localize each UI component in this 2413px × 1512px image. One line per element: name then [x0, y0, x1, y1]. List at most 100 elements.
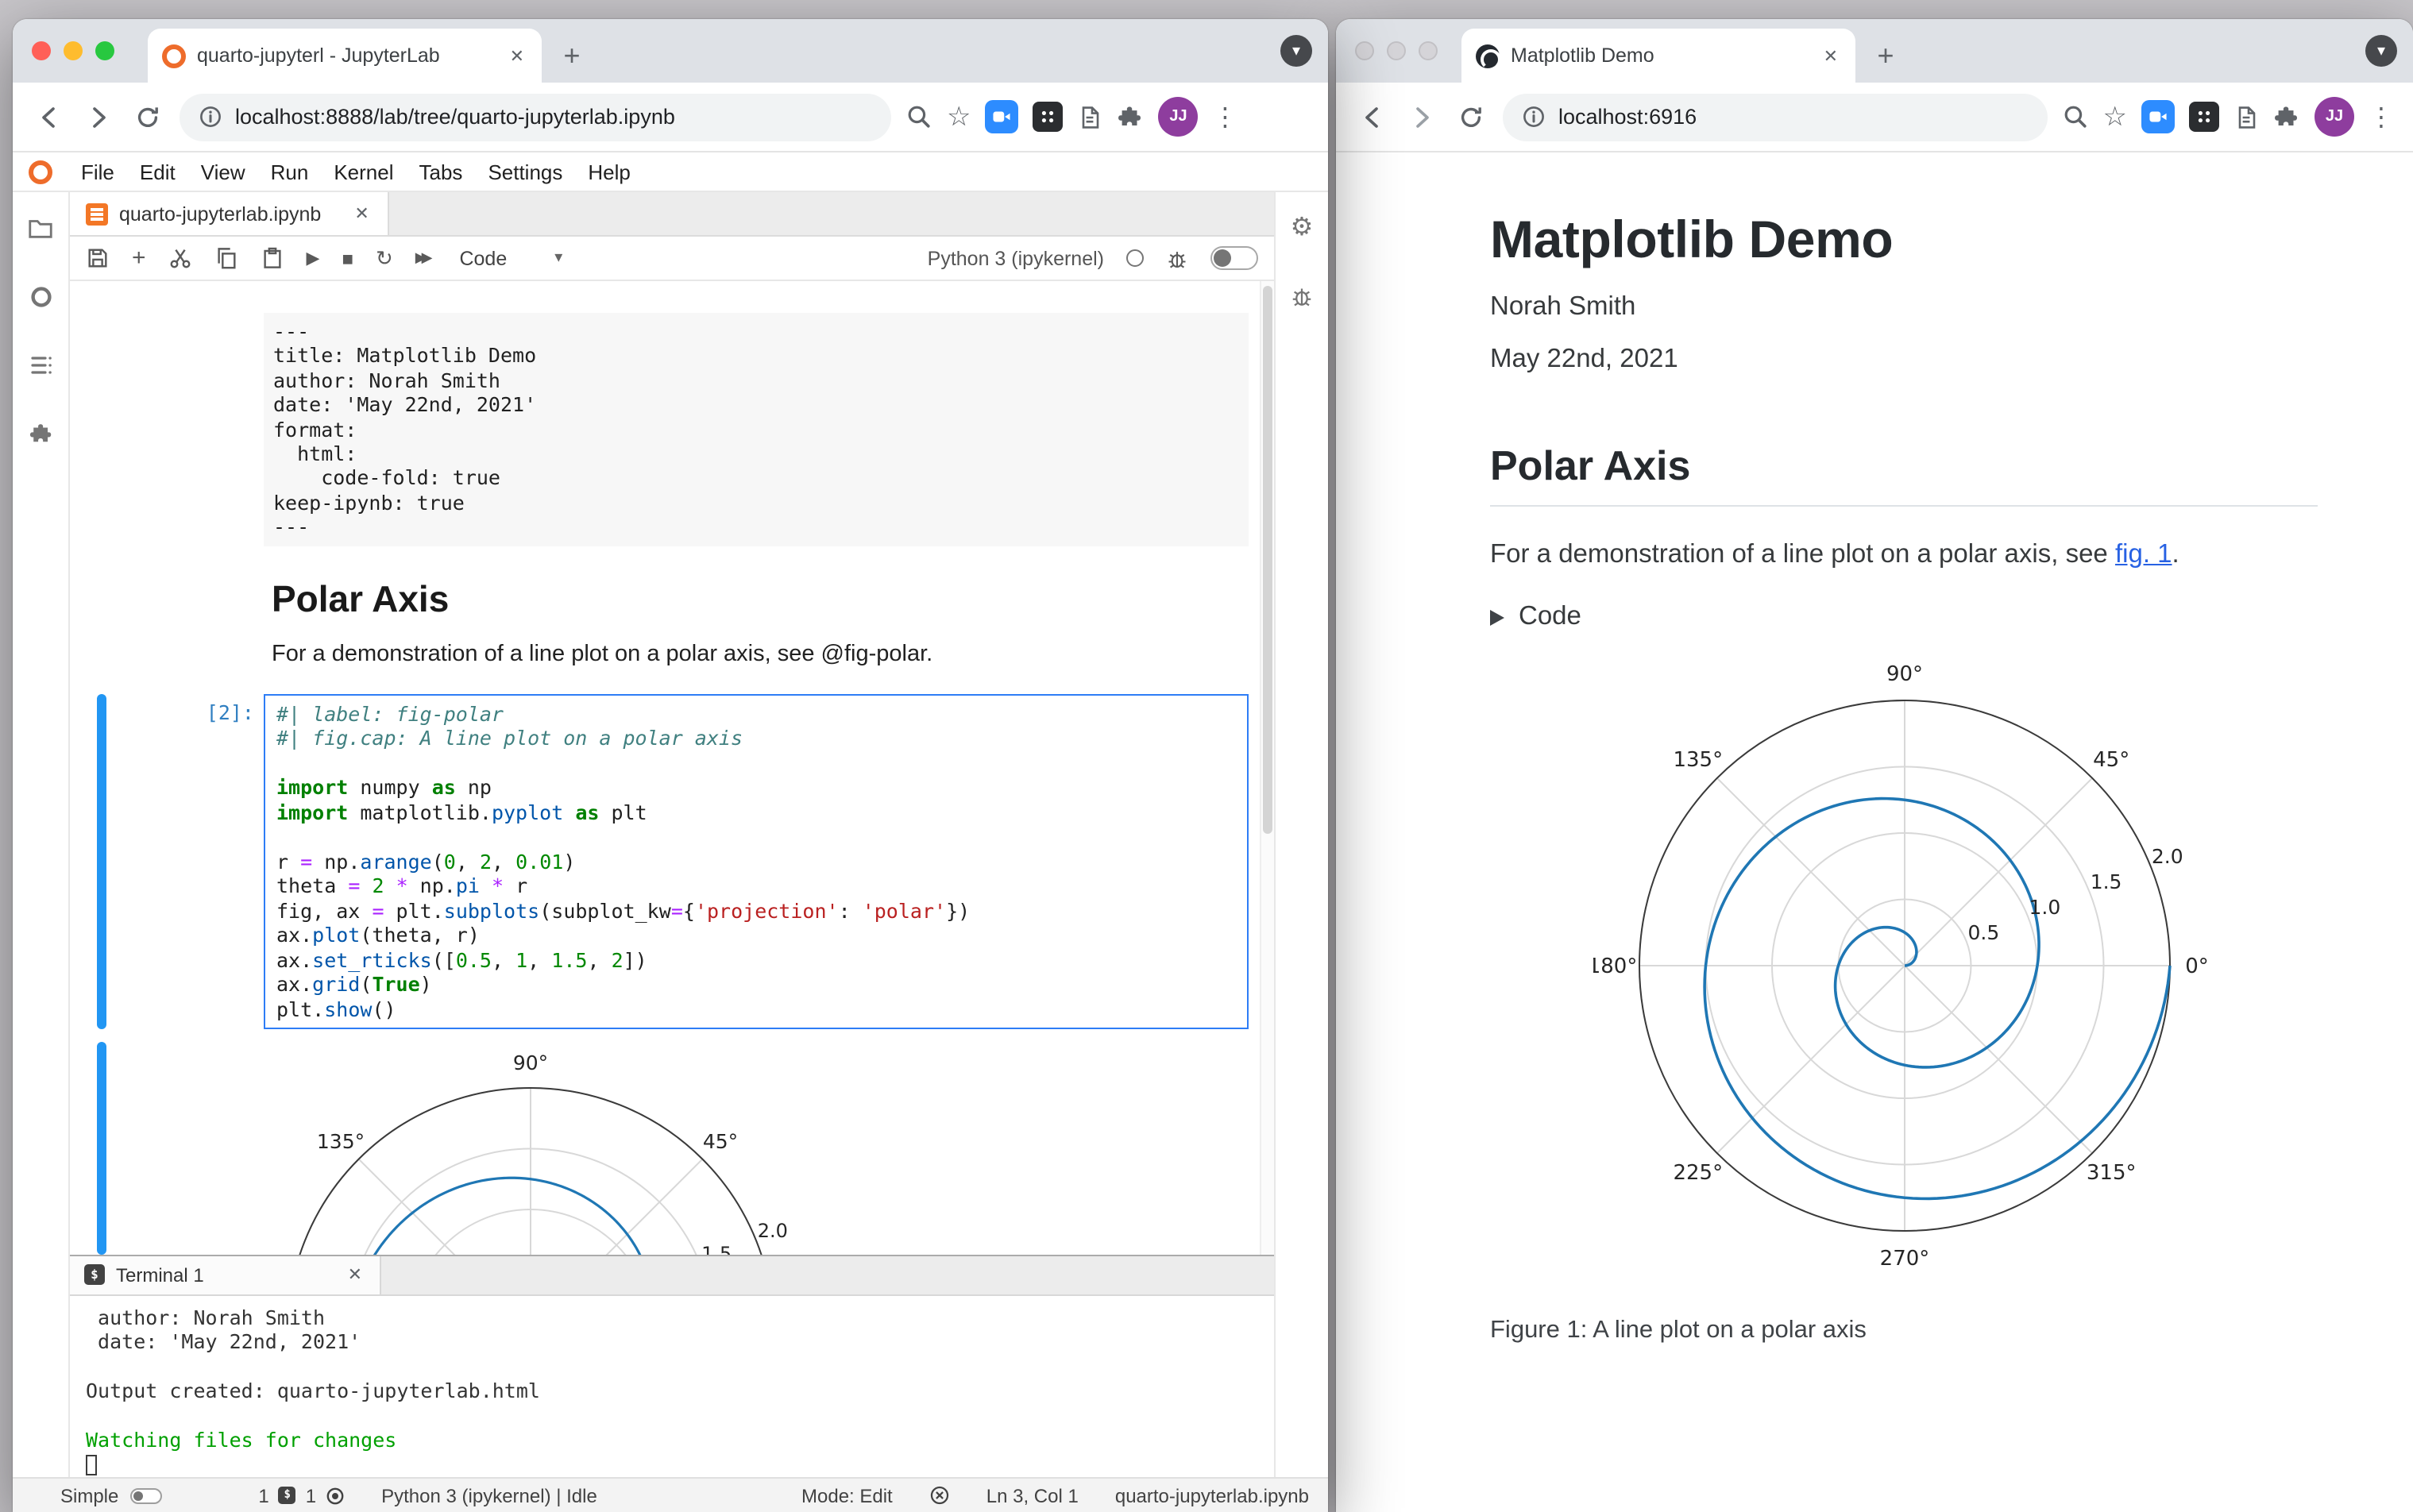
cell-collapser[interactable]	[97, 313, 106, 546]
minimize-window-button[interactable]	[1387, 41, 1406, 60]
extensions-puzzle-icon[interactable]	[1118, 103, 1145, 130]
kernel-sessions-icon[interactable]	[326, 1486, 345, 1505]
new-tab-button[interactable]: +	[551, 33, 593, 78]
right-sidebar: ⚙	[1274, 192, 1328, 1477]
tab-search-button[interactable]: ▾	[1280, 35, 1312, 67]
address-bar[interactable]: localhost:6916	[1503, 93, 2048, 141]
terminal-status-icon[interactable]: $	[278, 1487, 296, 1504]
table-of-contents-icon[interactable]	[28, 353, 53, 378]
address-bar[interactable]: localhost:8888/lab/tree/quarto-jupyterla…	[180, 93, 891, 141]
output-collapser[interactable]	[97, 1042, 106, 1254]
cell-collapser[interactable]	[97, 577, 106, 668]
menu-edit[interactable]: Edit	[127, 160, 188, 183]
extension-manager-icon[interactable]	[28, 421, 53, 446]
menu-help[interactable]: Help	[575, 160, 643, 183]
grid-extension-icon[interactable]	[2189, 102, 2219, 132]
active-cell-collapser[interactable]	[97, 693, 106, 1030]
video-call-extension-icon[interactable]	[985, 100, 1019, 133]
page-title: Matplotlib Demo	[1490, 210, 1894, 268]
tab-search-button[interactable]: ▾	[2365, 35, 2397, 67]
code-editor[interactable]: #| label: fig-polar #| fig.cap: A line pl…	[264, 693, 1249, 1030]
browser-tab-preview[interactable]: Matplotlib Demo ✕	[1461, 29, 1855, 83]
bookmark-star-icon[interactable]: ☆	[947, 103, 971, 130]
running-sessions-icon[interactable]	[28, 284, 53, 310]
notebook-scroll-area[interactable]: --- title: Matplotlib Demo author: Norah…	[70, 281, 1274, 1254]
fullscreen-window-button[interactable]	[1419, 41, 1438, 60]
profile-avatar[interactable]: JJ	[1158, 97, 1199, 137]
terminal-output[interactable]: author: Norah Smith date: 'May 22nd, 202…	[70, 1295, 1274, 1477]
cell-type-select[interactable]: Code ▾	[459, 247, 562, 269]
code-fold-summary[interactable]: Code	[1490, 602, 2318, 632]
svg-text:0°: 0°	[2184, 955, 2208, 978]
browser-menu-icon[interactable]: ⋮	[1213, 101, 1238, 133]
menu-run[interactable]: Run	[258, 160, 322, 183]
simple-mode-toggle[interactable]	[129, 1487, 162, 1503]
notification-icon[interactable]	[929, 1485, 950, 1506]
forward-button[interactable]	[1404, 99, 1439, 134]
document-extension-icon[interactable]	[1078, 104, 1103, 129]
run-cell-icon[interactable]: ▶	[307, 248, 320, 268]
video-call-extension-icon[interactable]	[2141, 100, 2175, 133]
reload-button[interactable]	[130, 99, 165, 134]
close-window-button[interactable]	[32, 41, 51, 60]
reload-button[interactable]	[1454, 99, 1488, 134]
new-tab-button[interactable]: +	[1865, 33, 1906, 78]
browser-tab-jupyterlab[interactable]: quarto-jupyterl - JupyterLab ✕	[148, 29, 542, 83]
cut-cell-icon[interactable]	[168, 246, 192, 270]
raw-cell-editor[interactable]: --- title: Matplotlib Demo author: Norah…	[264, 313, 1249, 546]
close-terminal-icon[interactable]: ✕	[345, 1263, 365, 1286]
close-window-button[interactable]	[1355, 41, 1374, 60]
scrollbar-thumb[interactable]	[1263, 286, 1272, 834]
close-notebook-tab-icon[interactable]: ✕	[351, 202, 372, 226]
fullscreen-window-button[interactable]	[95, 41, 114, 60]
debugger-sidebar-bug-icon[interactable]	[1290, 284, 1314, 308]
kernels-count[interactable]: 1	[306, 1484, 316, 1506]
back-button[interactable]	[32, 99, 67, 134]
search-icon[interactable]	[905, 103, 932, 130]
save-icon[interactable]	[86, 246, 110, 270]
svg-text:1.0: 1.0	[2029, 896, 2060, 919]
terminal-tab[interactable]: $ Terminal 1 ✕	[70, 1256, 381, 1294]
back-button[interactable]	[1355, 99, 1390, 134]
notebook-tab[interactable]: quarto-jupyterlab.ipynb ✕	[70, 192, 390, 235]
forward-button[interactable]	[81, 99, 116, 134]
grid-extension-icon[interactable]	[1033, 102, 1064, 132]
copy-cell-icon[interactable]	[214, 246, 238, 270]
menu-tabs[interactable]: Tabs	[407, 160, 476, 183]
cursor-position[interactable]: Ln 3, Col 1	[986, 1484, 1079, 1506]
site-info-icon[interactable]	[1522, 105, 1546, 129]
figure-link[interactable]: fig. 1	[2115, 540, 2172, 569]
restart-kernel-icon[interactable]: ↻	[376, 245, 393, 271]
close-tab-icon[interactable]: ✕	[1820, 44, 1841, 68]
debugger-bug-icon[interactable]	[1166, 247, 1188, 269]
paste-cell-icon[interactable]	[261, 246, 284, 270]
menu-view[interactable]: View	[188, 160, 258, 183]
profile-avatar[interactable]: JJ	[2315, 97, 2354, 137]
notebook-scrollbar[interactable]	[1260, 281, 1274, 1254]
kernel-name[interactable]: Python 3 (ipykernel)	[928, 247, 1104, 269]
menu-settings[interactable]: Settings	[475, 160, 575, 183]
add-cell-icon[interactable]: +	[132, 245, 146, 272]
kernel-status-icon[interactable]	[1126, 249, 1144, 267]
toolbar-toggle[interactable]	[1210, 246, 1258, 270]
menu-file[interactable]: File	[68, 160, 127, 183]
browser-menu-icon[interactable]: ⋮	[2369, 101, 2394, 133]
restart-run-all-icon[interactable]: ▶▶	[415, 249, 433, 267]
minimize-window-button[interactable]	[64, 41, 83, 60]
extensions-puzzle-icon[interactable]	[2273, 103, 2300, 130]
notebook-mode[interactable]: Mode: Edit	[801, 1484, 893, 1506]
session-counts[interactable]: 1 $ 1	[258, 1484, 345, 1506]
stop-kernel-icon[interactable]: ■	[342, 247, 353, 269]
raw-line: ---	[273, 515, 310, 539]
bookmark-star-icon[interactable]: ☆	[2103, 103, 2128, 130]
kernel-status-text[interactable]: Python 3 (ipykernel) | Idle	[381, 1484, 597, 1506]
document-extension-icon[interactable]	[2233, 104, 2259, 129]
close-tab-icon[interactable]: ✕	[507, 44, 527, 68]
file-browser-icon[interactable]	[27, 214, 54, 241]
search-icon[interactable]	[2062, 103, 2089, 130]
site-info-icon[interactable]	[199, 105, 222, 129]
menu-kernel[interactable]: Kernel	[321, 160, 406, 183]
code-cell: [2]: #| label: fig-polar #| fig.cap: A li…	[70, 693, 1274, 1030]
property-inspector-gear-icon[interactable]: ⚙	[1291, 211, 1314, 243]
terminals-count[interactable]: 1	[258, 1484, 268, 1506]
